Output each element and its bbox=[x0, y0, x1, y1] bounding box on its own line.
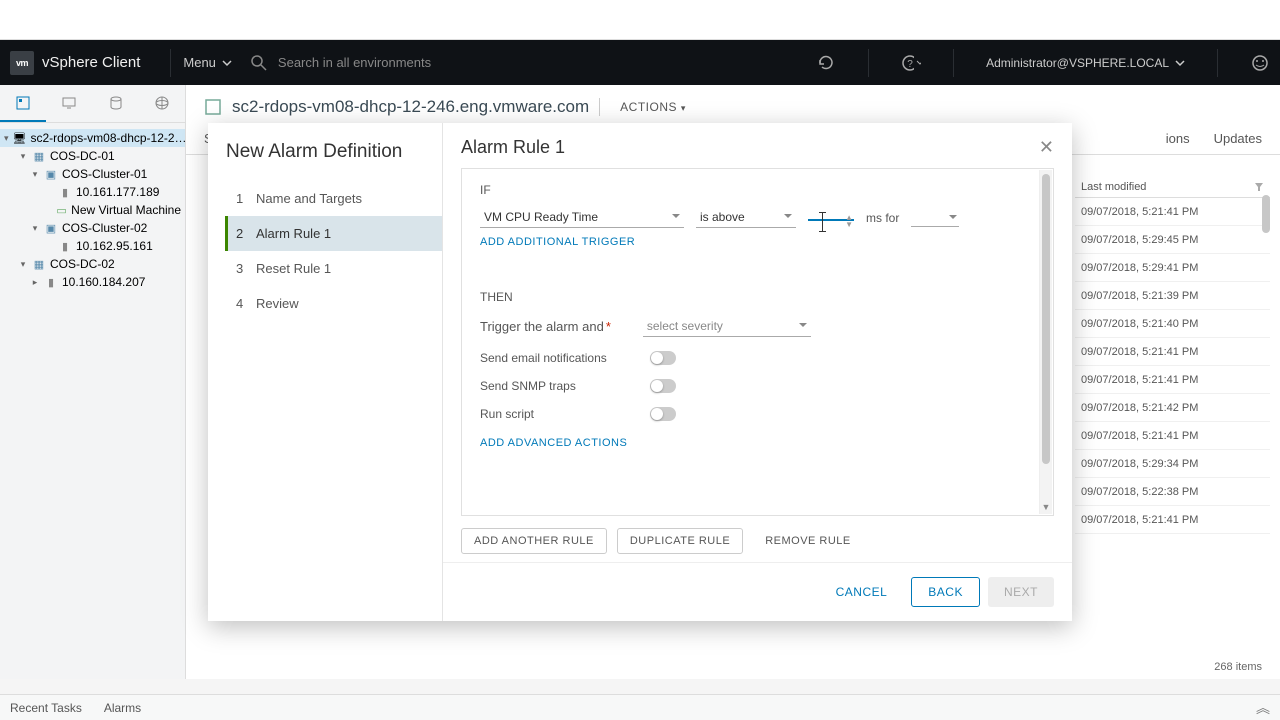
close-icon[interactable]: ✕ bbox=[1039, 137, 1054, 158]
tree-dc2[interactable]: ▾▦COS-DC-02 bbox=[0, 255, 185, 273]
then-label: THEN bbox=[480, 290, 1023, 304]
chevron-down-icon bbox=[222, 58, 232, 68]
actions-menu[interactable]: ACTIONS ▾ bbox=[620, 100, 686, 114]
browser-chrome-placeholder bbox=[0, 0, 1280, 40]
search-icon bbox=[250, 54, 268, 72]
chevron-down-icon bbox=[1175, 58, 1185, 68]
step-name-targets[interactable]: 1Name and Targets bbox=[225, 181, 442, 216]
then-text: Trigger the alarm and* bbox=[480, 319, 611, 334]
panel-title: Alarm Rule 1 bbox=[461, 137, 565, 158]
table-row[interactable]: 09/07/2018, 5:29:34 PM bbox=[1075, 450, 1270, 478]
email-toggle-label: Send email notifications bbox=[480, 351, 620, 365]
vcenter-icon bbox=[204, 98, 222, 116]
next-button: NEXT bbox=[988, 577, 1054, 607]
snmp-toggle[interactable] bbox=[650, 379, 676, 393]
add-advanced-link[interactable]: ADD ADVANCED ACTIONS bbox=[480, 437, 1023, 449]
table-row[interactable]: 09/07/2018, 5:21:41 PM bbox=[1075, 366, 1270, 394]
user-label: Administrator@VSPHERE.LOCAL bbox=[986, 56, 1169, 70]
remove-rule-button[interactable]: REMOVE RULE bbox=[753, 528, 863, 554]
chevron-down-icon bbox=[916, 59, 922, 67]
tree-root[interactable]: ▾🖥sc2-rdops-vm08-dhcp-12-2… bbox=[0, 129, 185, 147]
table-row[interactable]: 09/07/2018, 5:22:38 PM bbox=[1075, 478, 1270, 506]
spinner-icon[interactable]: ▲▼ bbox=[845, 214, 853, 228]
sidebar-tab-network-icon[interactable] bbox=[139, 85, 185, 122]
trigger-duration-select[interactable] bbox=[911, 209, 959, 227]
ms-for-label: ms for bbox=[866, 211, 899, 225]
sidebar-tab-storage-icon[interactable] bbox=[93, 85, 139, 122]
svg-text:?: ? bbox=[907, 59, 913, 70]
tree-cluster2[interactable]: ▾▣COS-Cluster-02 bbox=[0, 219, 185, 237]
sidebar: ▾🖥sc2-rdops-vm08-dhcp-12-2… ▾▦COS-DC-01 … bbox=[0, 85, 186, 679]
table-row[interactable]: 09/07/2018, 5:21:42 PM bbox=[1075, 394, 1270, 422]
tree-host2[interactable]: ▮10.162.95.161 bbox=[0, 237, 185, 255]
menu-label: Menu bbox=[183, 55, 216, 70]
table-row[interactable]: 09/07/2018, 5:21:41 PM bbox=[1075, 338, 1270, 366]
email-toggle[interactable] bbox=[650, 351, 676, 365]
table-row[interactable]: 09/07/2018, 5:21:41 PM bbox=[1075, 506, 1270, 534]
bottom-panel: Recent Tasks Alarms ︽ bbox=[0, 694, 1280, 720]
table-row[interactable]: 09/07/2018, 5:21:39 PM bbox=[1075, 282, 1270, 310]
step-review[interactable]: 4Review bbox=[225, 286, 442, 321]
script-toggle-label: Run script bbox=[480, 407, 620, 421]
col-header-lastmod[interactable]: Last modified bbox=[1075, 177, 1270, 198]
step-alarm-rule-1[interactable]: 2Alarm Rule 1 bbox=[225, 216, 442, 251]
scrollbar-thumb[interactable] bbox=[1042, 174, 1050, 464]
user-menu[interactable]: Administrator@VSPHERE.LOCAL bbox=[986, 56, 1185, 70]
search-placeholder[interactable]: Search in all environments bbox=[278, 55, 431, 70]
if-label: IF bbox=[480, 183, 1023, 197]
back-button[interactable]: BACK bbox=[911, 577, 980, 607]
grid-lastmod-column: Last modified 09/07/2018, 5:21:41 PM 09/… bbox=[1075, 177, 1270, 534]
text-cursor-icon bbox=[822, 212, 823, 232]
trigger-operator-select[interactable]: is above bbox=[696, 207, 796, 228]
duplicate-rule-button[interactable]: DUPLICATE RULE bbox=[617, 528, 743, 554]
smiley-icon[interactable] bbox=[1250, 53, 1270, 73]
tab-recent-tasks[interactable]: Recent Tasks bbox=[10, 701, 82, 715]
tab-updates[interactable]: Updates bbox=[1214, 123, 1262, 154]
modal-scrollbar[interactable]: ▼ bbox=[1039, 170, 1052, 514]
help-icon[interactable]: ? bbox=[901, 53, 921, 73]
rule-form: IF VM CPU Ready Time is above ▲▼ ms for … bbox=[461, 168, 1054, 516]
script-toggle[interactable] bbox=[650, 407, 676, 421]
page-title: sc2-rdops-vm08-dhcp-12-246.eng.vmware.co… bbox=[232, 97, 589, 117]
modal-title: New Alarm Definition bbox=[226, 141, 442, 163]
new-alarm-modal: New Alarm Definition 1Name and Targets 2… bbox=[208, 123, 1072, 621]
expand-up-icon[interactable]: ︽ bbox=[1256, 698, 1270, 718]
table-row[interactable]: 09/07/2018, 5:29:41 PM bbox=[1075, 254, 1270, 282]
refresh-icon[interactable] bbox=[816, 53, 836, 73]
severity-select[interactable]: select severity bbox=[643, 316, 811, 337]
filter-icon[interactable] bbox=[1254, 182, 1264, 192]
cancel-button[interactable]: CANCEL bbox=[820, 577, 904, 607]
vmware-logo-icon: vm bbox=[10, 51, 34, 75]
add-another-rule-button[interactable]: ADD ANOTHER RULE bbox=[461, 528, 607, 554]
items-count: 268 items bbox=[1214, 661, 1262, 673]
tree-cluster1[interactable]: ▾▣COS-Cluster-01 bbox=[0, 165, 185, 183]
sidebar-tab-hosts-icon[interactable] bbox=[0, 85, 46, 122]
tree-host3[interactable]: ▸▮10.160.184.207 bbox=[0, 273, 185, 291]
wizard-steps: New Alarm Definition 1Name and Targets 2… bbox=[208, 123, 443, 621]
app-header: vm vSphere Client Menu Search in all env… bbox=[0, 40, 1280, 85]
scroll-down-icon[interactable]: ▼ bbox=[1040, 502, 1052, 512]
grid-scrollbar-thumb[interactable] bbox=[1262, 195, 1270, 233]
table-row[interactable]: 09/07/2018, 5:21:41 PM bbox=[1075, 198, 1270, 226]
table-row[interactable]: 09/07/2018, 5:29:45 PM bbox=[1075, 226, 1270, 254]
app-title: vSphere Client bbox=[42, 54, 140, 71]
tab-extensions-partial[interactable]: ions bbox=[1166, 123, 1190, 154]
snmp-toggle-label: Send SNMP traps bbox=[480, 379, 620, 393]
tree-dc1[interactable]: ▾▦COS-DC-01 bbox=[0, 147, 185, 165]
table-row[interactable]: 09/07/2018, 5:21:41 PM bbox=[1075, 422, 1270, 450]
trigger-metric-select[interactable]: VM CPU Ready Time bbox=[480, 207, 684, 228]
inventory-tree: ▾🖥sc2-rdops-vm08-dhcp-12-2… ▾▦COS-DC-01 … bbox=[0, 123, 185, 297]
step-reset-rule-1[interactable]: 3Reset Rule 1 bbox=[225, 251, 442, 286]
tree-host1[interactable]: ▮10.161.177.189 bbox=[0, 183, 185, 201]
trigger-value-input[interactable]: ▲▼ bbox=[808, 215, 854, 221]
sidebar-tab-vms-icon[interactable] bbox=[46, 85, 92, 122]
table-row[interactable]: 09/07/2018, 5:21:40 PM bbox=[1075, 310, 1270, 338]
menu-dropdown[interactable]: Menu bbox=[183, 55, 232, 70]
add-trigger-link[interactable]: ADD ADDITIONAL TRIGGER bbox=[480, 236, 1023, 248]
tab-alarms[interactable]: Alarms bbox=[104, 701, 141, 715]
tree-vm1[interactable]: ▭New Virtual Machine bbox=[0, 201, 185, 219]
